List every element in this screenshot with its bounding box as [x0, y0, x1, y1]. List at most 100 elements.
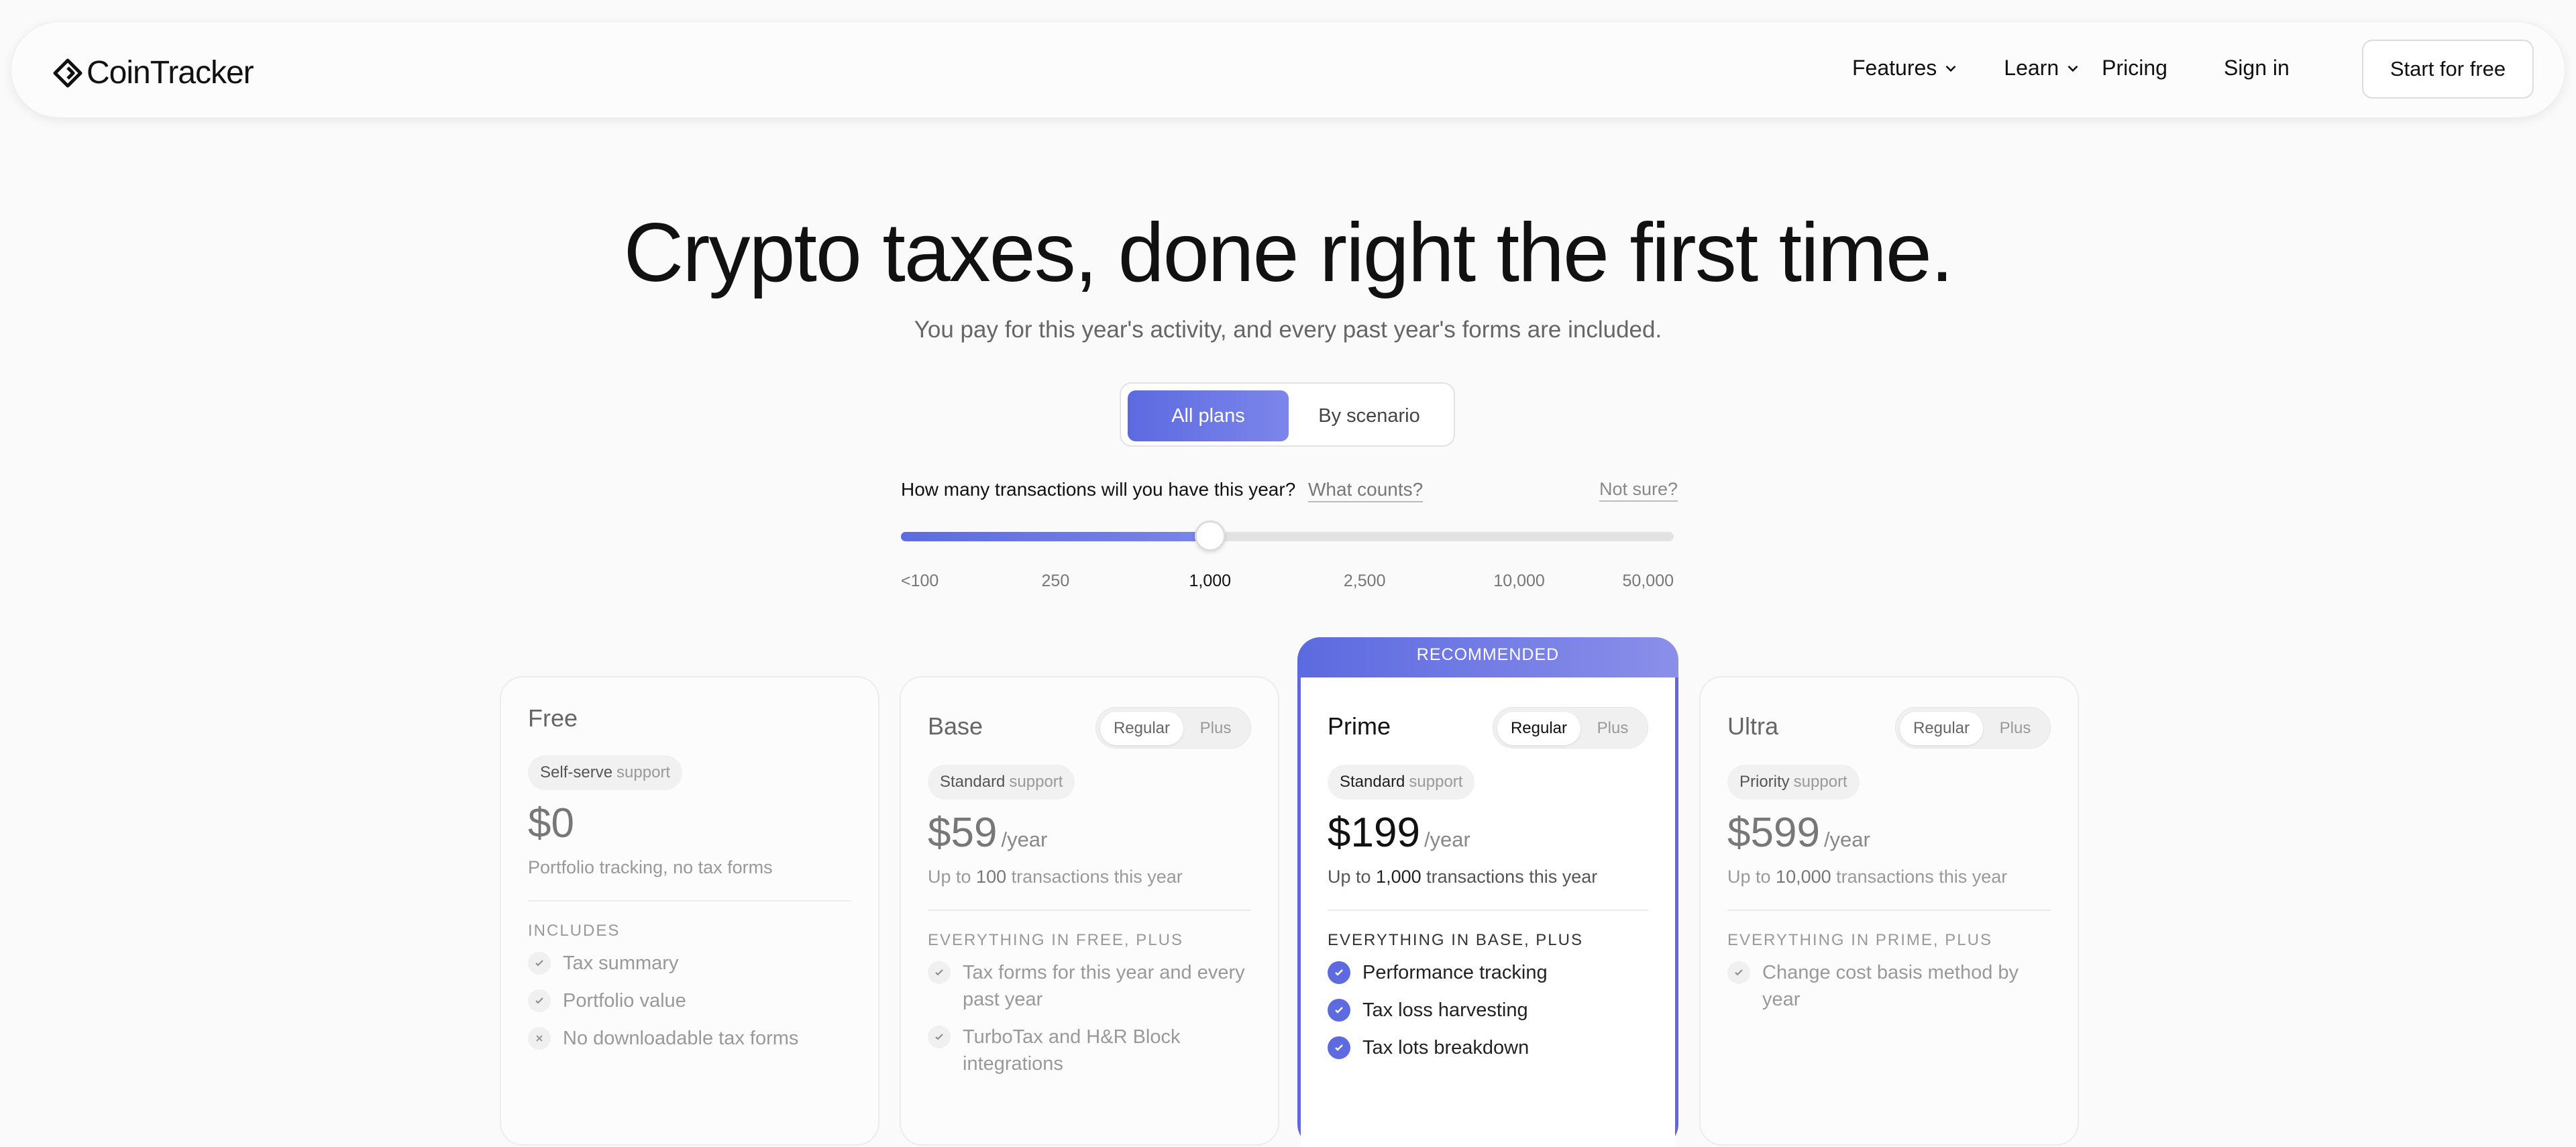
top-navbar: CoinTracker Features Learn Pricing Sign … [11, 21, 2565, 118]
slider-handle[interactable] [1194, 521, 1226, 551]
page-title: Crypto taxes, done right the first time. [623, 207, 1954, 299]
support-level: Self-serve [540, 763, 613, 781]
tab-all-plans[interactable]: All plans [1128, 390, 1289, 441]
plan-price: $199/year [1328, 809, 1470, 857]
desc-suffix: transactions this year [1006, 867, 1183, 887]
start-for-free-button[interactable]: Start for free [2362, 40, 2534, 99]
toggle-plus[interactable]: Plus [1183, 712, 1248, 745]
nav-pricing[interactable]: Pricing [2102, 56, 2167, 80]
check-icon [1328, 961, 1350, 984]
desc-suffix: transactions this year [1831, 867, 2008, 887]
support-level: Standard [1340, 773, 1405, 791]
nav-links: Features Learn Pricing Sign in [1852, 56, 2290, 80]
feature-label: TurboTax and H&R Block integrations [963, 1026, 1181, 1075]
support-badge: Standard support [1328, 765, 1475, 800]
feature-item: Tax forms for this year and every past y… [928, 959, 1250, 1013]
feature-item: Change cost basis method by year [1727, 959, 2049, 1013]
desc-number: 10,000 [1776, 867, 1831, 887]
check-icon [1328, 1036, 1350, 1059]
plan-description: Up to 1,000 transactions this year [1328, 867, 1597, 887]
brand-name: CoinTracker [87, 55, 254, 91]
feature-item: No downloadable tax forms [528, 1025, 850, 1052]
what-counts-link[interactable]: What counts? [1308, 479, 1423, 500]
slider-tick-label[interactable]: 1,000 [1189, 571, 1232, 591]
plan-card-free: Free Self-serve support $0 Portfolio trac… [500, 676, 879, 1146]
feature-item: TurboTax and H&R Block integrations [928, 1024, 1250, 1077]
x-icon [528, 1027, 551, 1050]
support-level: Standard [940, 773, 1006, 791]
divider [928, 910, 1251, 911]
nav-signin[interactable]: Sign in [2224, 56, 2290, 80]
support-badge: Priority support [1727, 765, 1860, 800]
support-word: support [1793, 773, 1847, 791]
includes-heading: EVERYTHING IN BASE, PLUS [1328, 931, 1583, 949]
desc-number: 100 [976, 867, 1007, 887]
slider-tick-label[interactable]: <100 [901, 571, 938, 591]
plan-card-ultra: Ultra Regular Plus Priority support $599/y… [1699, 676, 2079, 1146]
includes-heading: INCLUDES [528, 922, 621, 940]
support-badge: Self-serve support [528, 755, 683, 790]
divider [1328, 910, 1648, 911]
feature-label: No downloadable tax forms [563, 1028, 799, 1049]
regular-plus-toggle: Regular Plus [1895, 707, 2051, 749]
feature-label: Portfolio value [563, 990, 686, 1012]
transactions-slider-track[interactable] [901, 532, 1674, 541]
price-amount: $59 [928, 810, 998, 856]
plan-description: Portfolio tracking, no tax forms [528, 857, 773, 877]
transactions-question: How many transactions will you have this… [901, 479, 1296, 500]
regular-plus-toggle: Regular Plus [1095, 707, 1251, 749]
price-period: /year [1823, 828, 1870, 851]
nav-features-label: Features [1852, 56, 1937, 80]
regular-plus-toggle: Regular Plus [1493, 707, 1648, 749]
brand-logo[interactable]: CoinTracker [53, 54, 254, 91]
desc-prefix: Up to [1328, 867, 1377, 887]
toggle-regular[interactable]: Regular [1100, 712, 1183, 745]
slider-tick-label[interactable]: 2,500 [1344, 571, 1386, 591]
plan-price: $0 [528, 800, 574, 846]
check-icon [928, 1026, 951, 1048]
plan-name: Free [528, 704, 578, 732]
feature-label: Tax loss harvesting [1362, 999, 1528, 1021]
desc-prefix: Up to [1727, 867, 1776, 887]
feature-label: Change cost basis method by year [1762, 962, 2019, 1010]
feature-label: Performance tracking [1362, 962, 1548, 983]
cointracker-logo-icon [53, 58, 83, 87]
toggle-regular[interactable]: Regular [1900, 712, 1983, 745]
feature-label: Tax summary [563, 952, 679, 974]
toggle-regular[interactable]: Regular [1497, 712, 1580, 745]
includes-heading: EVERYTHING IN FREE, PLUS [928, 931, 1183, 949]
check-icon [528, 989, 551, 1012]
price-period: /year [1424, 828, 1470, 851]
nav-learn[interactable]: Learn [2004, 56, 2082, 80]
feature-item: Tax summary [528, 950, 850, 977]
chevron-down-icon [2068, 65, 2078, 72]
tab-by-scenario[interactable]: By scenario [1289, 390, 1450, 441]
divider [1727, 910, 2051, 911]
support-level: Priority [1739, 773, 1790, 791]
desc-prefix: Up to [928, 867, 977, 887]
check-icon [528, 952, 551, 975]
page-subtitle: You pay for this year's activity, and ev… [914, 317, 1662, 343]
feature-label: Tax forms for this year and every past y… [963, 962, 1245, 1010]
support-word: support [616, 763, 671, 781]
price-amount: $599 [1727, 810, 1820, 856]
toggle-plus[interactable]: Plus [1983, 712, 2047, 745]
feature-item: Performance tracking [1328, 959, 1650, 986]
nav-learn-label: Learn [2004, 56, 2059, 80]
plan-name: Base [928, 712, 983, 740]
plan-view-toggle: All plans By scenario [1120, 382, 1455, 447]
slider-tick-label[interactable]: 250 [1042, 571, 1070, 591]
price-amount: $199 [1328, 810, 1420, 856]
not-sure-link[interactable]: Not sure? [1599, 479, 1678, 500]
toggle-plus[interactable]: Plus [1580, 712, 1645, 745]
plan-description: Up to 10,000 transactions this year [1727, 867, 2007, 887]
plan-card-base: Base Regular Plus Standard support $59/yea… [900, 676, 1279, 1146]
desc-suffix: transactions this year [1421, 867, 1598, 887]
plan-name: Prime [1328, 712, 1391, 740]
nav-features[interactable]: Features [1852, 56, 1960, 80]
slider-tick-label[interactable]: 10,000 [1493, 571, 1544, 591]
slider-tick-label[interactable]: 50,000 [1623, 571, 1674, 591]
feature-label: Tax lots breakdown [1362, 1037, 1529, 1058]
includes-heading: EVERYTHING IN PRIME, PLUS [1727, 931, 1992, 949]
support-word: support [1009, 773, 1063, 791]
